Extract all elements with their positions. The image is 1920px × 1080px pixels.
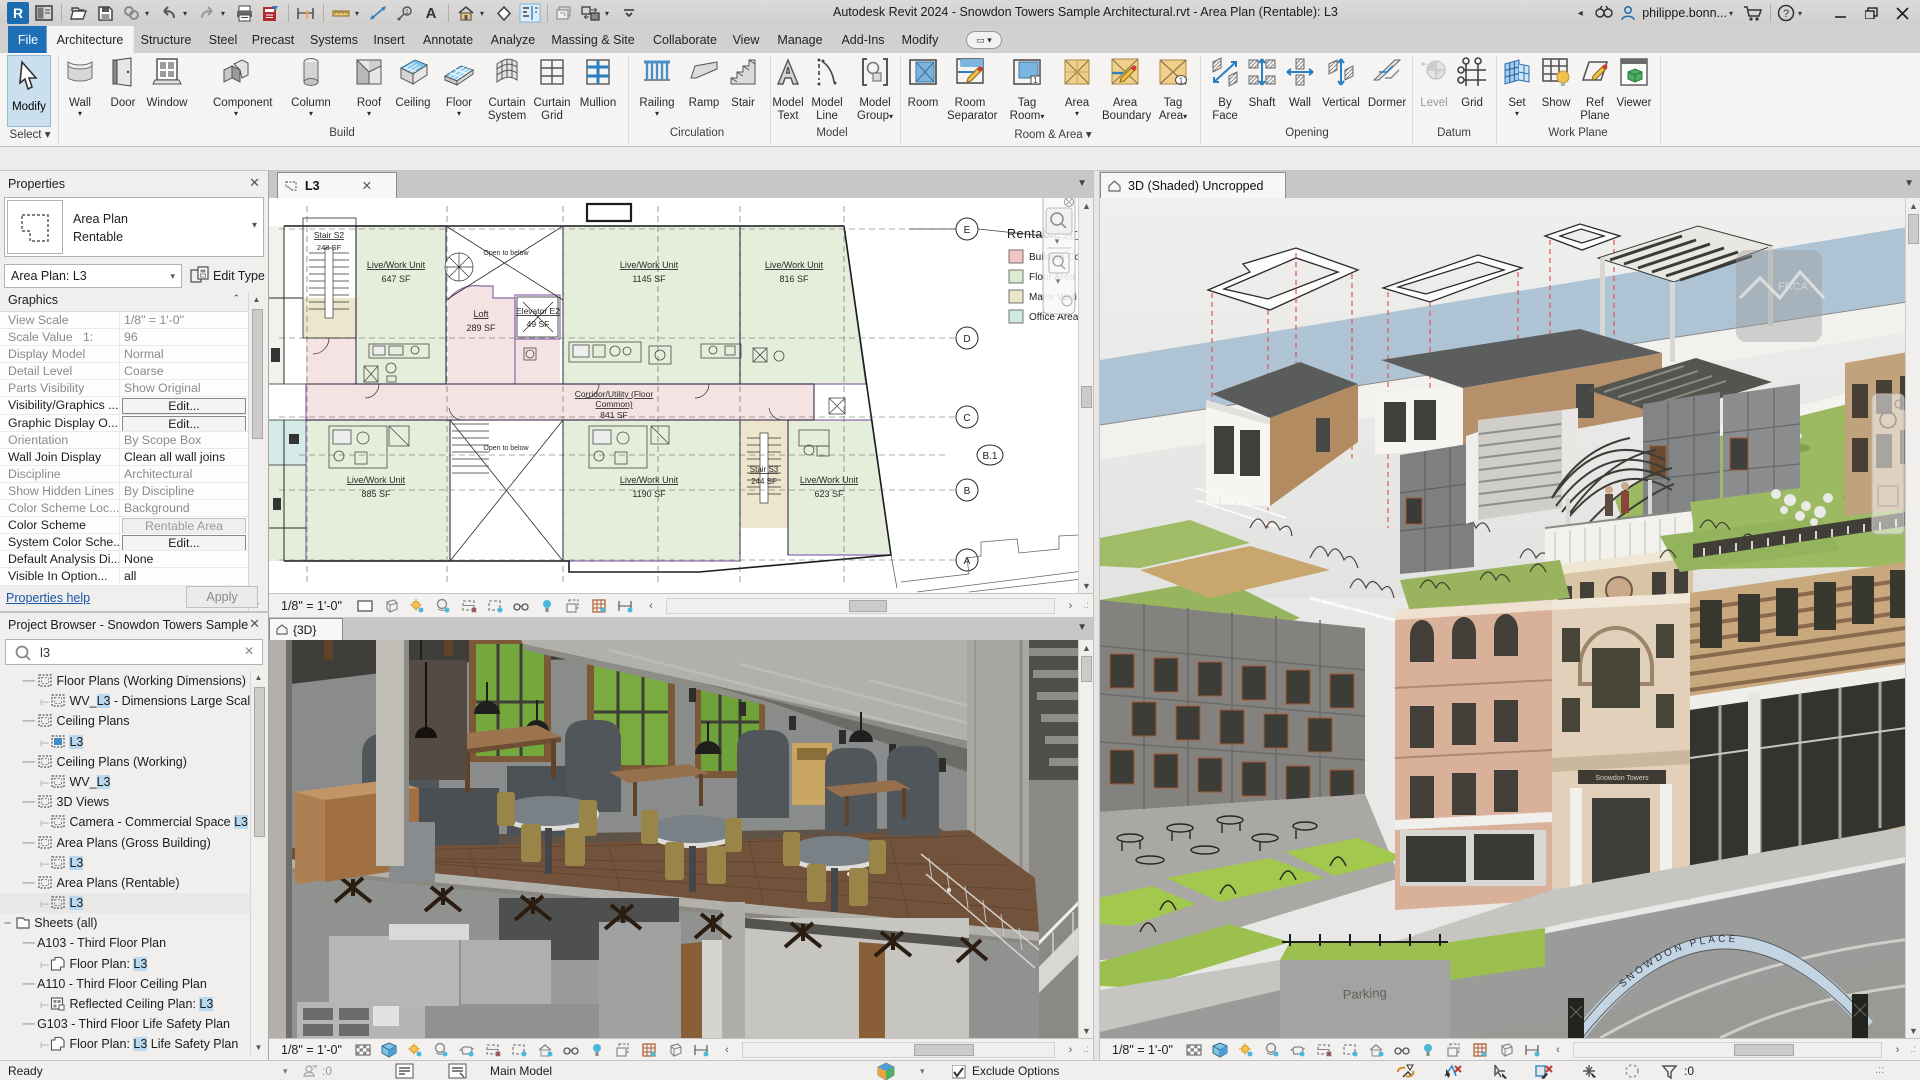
- svg-text:Common): Common): [595, 399, 632, 409]
- svg-text:1145 SF: 1145 SF: [632, 274, 666, 284]
- svg-text:D: D: [963, 334, 970, 345]
- svg-text:Parking: Parking: [1342, 985, 1387, 1002]
- svg-text:Corridor/Utility (Floor: Corridor/Utility (Floor: [575, 389, 654, 399]
- svg-text:Live/Work Unit: Live/Work Unit: [347, 475, 406, 485]
- svg-text:B.1: B.1: [982, 451, 997, 462]
- svg-text:647 SF: 647 SF: [381, 274, 411, 284]
- svg-text:623 SF: 623 SF: [814, 489, 844, 499]
- svg-text:1: 1: [1033, 76, 1038, 85]
- svg-text:Live/Work Unit: Live/Work Unit: [620, 475, 679, 485]
- svg-text:Live/Work Unit: Live/Work Unit: [765, 260, 824, 270]
- svg-text:Live/Work Unit: Live/Work Unit: [367, 260, 426, 270]
- svg-text:841 SF: 841 SF: [600, 410, 627, 420]
- svg-text:816 SF: 816 SF: [779, 274, 809, 284]
- svg-text:B: B: [964, 486, 971, 497]
- svg-text:289 SF: 289 SF: [466, 323, 496, 333]
- svg-text:Snowdon Towers: Snowdon Towers: [1595, 775, 1649, 782]
- svg-text:E: E: [964, 225, 971, 236]
- svg-text:1: 1: [405, 9, 409, 16]
- svg-text:Stair S2: Stair S2: [314, 230, 345, 240]
- svg-text:Live/Work Unit: Live/Work Unit: [800, 475, 859, 485]
- svg-text:?: ?: [1783, 8, 1789, 20]
- svg-text:FRCA: FRCA: [1778, 281, 1809, 293]
- svg-text:248 SF: 248 SF: [317, 243, 342, 252]
- svg-text:49 SF: 49 SF: [527, 319, 550, 329]
- svg-text:Open to below: Open to below: [483, 445, 529, 452]
- svg-text:1: 1: [1179, 77, 1184, 86]
- svg-text:R: R: [13, 5, 23, 21]
- svg-text:C: C: [963, 413, 970, 424]
- svg-text:Elevator E2: Elevator E2: [516, 306, 560, 316]
- svg-text:885 SF: 885 SF: [361, 489, 391, 499]
- svg-text:Stair S3: Stair S3: [750, 465, 779, 474]
- svg-text:▾: ▾: [1055, 236, 1060, 246]
- svg-text:1190 SF: 1190 SF: [632, 489, 666, 499]
- svg-text:Open to below: Open to below: [483, 250, 529, 257]
- svg-text:Loft: Loft: [473, 309, 489, 319]
- svg-text:▾: ▾: [1056, 276, 1061, 286]
- svg-text:244 SF: 244 SF: [751, 477, 777, 486]
- svg-text:Live/Work Unit: Live/Work Unit: [620, 260, 679, 270]
